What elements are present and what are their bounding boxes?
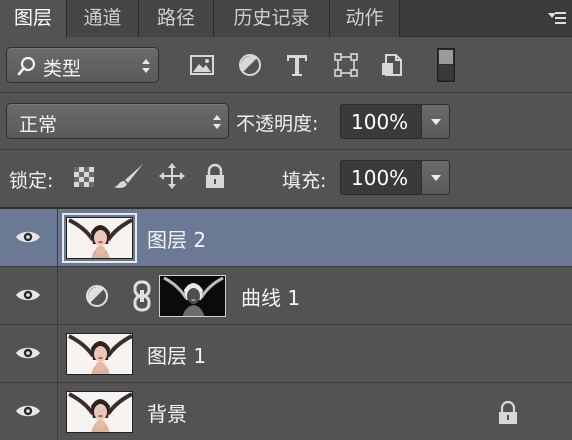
tab-layers[interactable]: 图层 <box>0 0 67 38</box>
filter-type-label: 类型 <box>43 58 82 80</box>
chain-link-icon[interactable] <box>133 280 151 312</box>
blend-mode-value: 正常 <box>19 114 58 136</box>
layer-mask-thumbnail[interactable] <box>159 275 226 317</box>
layer-row-background[interactable]: 背景 <box>0 383 572 440</box>
blend-mode-select[interactable]: 正常 <box>6 103 229 139</box>
divider <box>0 92 572 93</box>
layer-row-curves-1[interactable]: 曲线 1 <box>0 267 572 325</box>
layer-name[interactable]: 背景 <box>147 398 187 427</box>
divider <box>0 149 572 150</box>
layers-list: 图层 2 曲线 1 图层 1 背景 <box>0 209 572 440</box>
filter-toggle-switch[interactable] <box>437 48 455 82</box>
layer-filter-type-select[interactable]: 类型 <box>6 47 159 83</box>
updown-arrow-icon <box>142 59 151 73</box>
portrait-thumbnail-image <box>67 334 132 374</box>
tab-channels[interactable]: 通道 <box>67 0 139 37</box>
panel-menu-icon[interactable] <box>548 10 566 26</box>
tab-history[interactable]: 历史记录 <box>214 0 330 37</box>
mask-thumbnail-image <box>160 276 225 316</box>
fill-input[interactable]: 100% <box>340 160 422 195</box>
eye-icon <box>16 347 40 359</box>
shape-filter-icon[interactable] <box>333 52 359 78</box>
layer-row-layer-1[interactable]: 图层 1 <box>0 325 572 383</box>
image-filter-icon[interactable] <box>189 52 215 78</box>
smart-object-filter-icon[interactable] <box>380 52 406 78</box>
visibility-toggle[interactable] <box>0 209 58 266</box>
opacity-dropdown-button[interactable] <box>421 104 450 139</box>
panel-tab-bar: 图层 通道 路径 历史记录 动作 <box>0 0 572 38</box>
opacity-label: 不透明度: <box>236 113 319 135</box>
layer-row-layer-2[interactable]: 图层 2 <box>0 209 572 267</box>
portrait-thumbnail-image <box>67 218 132 258</box>
fill-label: 填充: <box>282 170 327 192</box>
eye-icon <box>16 289 40 301</box>
layer-thumbnail[interactable] <box>66 333 133 375</box>
lock-label: 锁定: <box>9 170 54 192</box>
lock-transparent-pixels-icon[interactable] <box>71 162 97 190</box>
layer-thumbnail[interactable] <box>66 391 133 433</box>
tab-paths[interactable]: 路径 <box>139 0 214 37</box>
lock-all-icon[interactable] <box>204 162 226 190</box>
opacity-input[interactable]: 100% <box>340 104 422 139</box>
layer-name[interactable]: 曲线 1 <box>241 282 300 311</box>
eye-icon <box>16 405 40 417</box>
layer-name[interactable]: 图层 2 <box>147 224 206 253</box>
visibility-toggle[interactable] <box>0 325 58 382</box>
layer-thumbnail[interactable] <box>62 213 137 263</box>
lock-icon <box>499 400 517 424</box>
visibility-toggle[interactable] <box>0 383 58 440</box>
lock-position-move-icon[interactable] <box>158 162 186 190</box>
visibility-toggle[interactable] <box>0 267 58 324</box>
adjustment-filter-icon[interactable] <box>237 52 263 78</box>
updown-arrow-icon <box>213 115 222 129</box>
adjustment-layer-icon[interactable] <box>85 284 109 308</box>
text-filter-icon[interactable] <box>284 52 310 78</box>
eye-icon <box>16 231 40 243</box>
fill-dropdown-button[interactable] <box>421 160 450 195</box>
portrait-thumbnail-image <box>67 392 132 432</box>
layer-name[interactable]: 图层 1 <box>147 340 206 369</box>
tab-actions[interactable]: 动作 <box>330 0 400 37</box>
lock-image-pixels-brush-icon[interactable] <box>111 162 145 190</box>
search-icon <box>17 56 36 76</box>
